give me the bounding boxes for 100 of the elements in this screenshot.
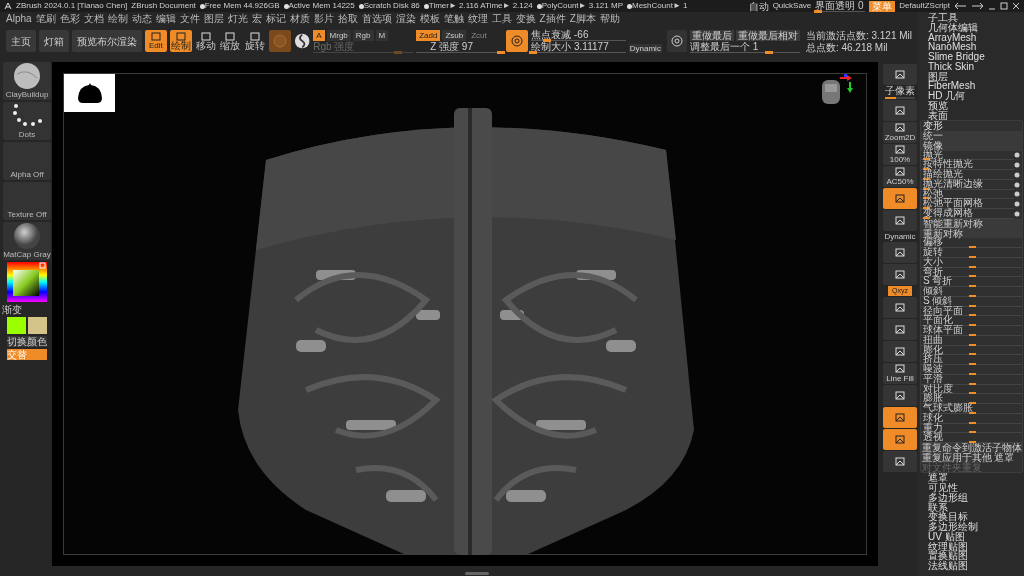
tool-menu-item[interactable]: UV 贴图 — [920, 531, 1023, 542]
view-tool-button[interactable] — [883, 297, 917, 318]
slider-thumb[interactable] — [968, 411, 976, 414]
menu-item[interactable]: 文档 — [83, 13, 104, 25]
menu-item[interactable]: 变换 — [515, 13, 536, 25]
menu-item[interactable]: 首选项 — [361, 13, 392, 25]
slider-thumb[interactable] — [922, 158, 930, 161]
tool-menu-item[interactable]: NanoMesh — [920, 42, 1023, 52]
menu-item[interactable]: 工具 — [491, 13, 512, 25]
deform-slider[interactable]: 松弛平面网格 — [921, 199, 1014, 209]
mode-button[interactable]: 移动 — [194, 30, 217, 52]
slider-thumb[interactable] — [968, 372, 976, 375]
tool-menu-item[interactable]: Thick Skin — [920, 61, 1023, 72]
menu-item[interactable]: 影片 — [313, 13, 334, 25]
repeat-to-subtools-button[interactable]: 重复命令到激活子物体 — [921, 443, 1022, 453]
menu-item[interactable]: 宏 — [251, 13, 262, 25]
menu-item[interactable]: 笔刷 — [35, 13, 56, 25]
view-tool-button[interactable]: Line Fill — [883, 363, 917, 384]
deform-button[interactable]: 重新对称 — [921, 228, 1022, 239]
menu-item[interactable]: Z脚本 — [569, 13, 596, 25]
deform-slider[interactable]: 噪波 — [921, 365, 1022, 375]
menu-item[interactable]: 渲染 — [395, 13, 416, 25]
deform-button[interactable]: 智能重新对称 — [921, 218, 1022, 229]
tool-menu-item[interactable]: 表面 — [920, 110, 1023, 121]
tool-menu-item[interactable]: 联系 — [920, 502, 1023, 513]
menu-item[interactable]: 色彩 — [59, 13, 80, 25]
slider[interactable]: Z 强度 97 — [416, 41, 504, 53]
deform-slider[interactable]: 按特性抛光 — [921, 160, 1014, 170]
color-swatch[interactable] — [28, 317, 47, 334]
slider-thumb[interactable] — [968, 421, 976, 424]
mode-button[interactable]: Edit — [145, 30, 167, 52]
mode-button[interactable]: 缩放 — [219, 30, 242, 52]
tool-menu-item[interactable]: 多边形组 — [920, 492, 1023, 503]
menu-item[interactable]: Z插件 — [539, 13, 566, 25]
view-tool-button[interactable] — [883, 242, 917, 263]
tool-menu-item[interactable]: 子工具 — [920, 13, 1023, 23]
menu-item[interactable]: 文件 — [179, 13, 200, 25]
repeat-to-other-button[interactable]: 重复应用于其他 — [921, 452, 992, 463]
slider-thumb[interactable] — [968, 265, 976, 268]
channel-toggle[interactable]: Rgb — [352, 29, 374, 41]
menu-item[interactable]: 拾取 — [337, 13, 358, 25]
tool-menu-item[interactable]: 法线贴图 — [920, 561, 1023, 571]
menu-item[interactable]: 编辑 — [155, 13, 176, 25]
deform-slider[interactable]: 平滑 — [921, 374, 1022, 385]
slider-thumb[interactable] — [922, 177, 930, 180]
deform-slider[interactable]: 球化 — [921, 413, 1022, 424]
view-tool-button[interactable] — [883, 210, 917, 231]
menu-item[interactable]: 笔触 — [443, 13, 464, 25]
slider-thumb[interactable] — [968, 255, 976, 258]
quicksave-button[interactable]: QuickSave — [772, 0, 812, 12]
view-tool-button[interactable] — [883, 264, 917, 285]
deform-slider[interactable]: S 弯折 — [921, 277, 1022, 287]
channel-toggle[interactable]: Mrgb — [326, 29, 351, 41]
mode-button[interactable]: 绘制 — [169, 30, 192, 52]
switch-color-button[interactable]: 切换颜色 — [7, 336, 47, 347]
view-tool-button[interactable] — [883, 451, 917, 472]
deform-slider[interactable]: 偏移 — [921, 238, 1022, 248]
redo-last-button[interactable]: 重做最后 — [689, 29, 734, 41]
thumbnail-button[interactable]: Texture Off — [3, 182, 51, 220]
tool-menu-item[interactable]: 几何体编辑 — [920, 22, 1023, 33]
deform-slider[interactable]: 气球式膨胀 — [921, 404, 1022, 414]
tool-menu-item[interactable]: 置换贴图 — [920, 551, 1023, 561]
slider[interactable]: 界面透明 0 — [815, 0, 866, 12]
menu-item[interactable]: 纹理 — [467, 13, 488, 25]
color-swatch[interactable] — [7, 317, 26, 334]
tool-menu-item[interactable]: 图层 — [920, 71, 1023, 82]
focal-shift-button[interactable] — [506, 30, 529, 52]
deform-slider[interactable]: 球体平面 — [921, 326, 1022, 336]
slider-thumb[interactable] — [922, 197, 930, 200]
slider-thumb[interactable] — [968, 333, 976, 336]
slider-thumb[interactable] — [968, 343, 976, 346]
menu-item[interactable]: 模板 — [419, 13, 440, 25]
thumbnail-button[interactable]: ClayBuildup — [3, 62, 51, 100]
view-tool-button[interactable]: AC50% — [883, 166, 917, 187]
nav-button[interactable]: 主页 — [6, 30, 36, 52]
menu-item[interactable]: 帮助 — [599, 13, 620, 25]
deform-slider[interactable]: 抛光清晰边缘 — [921, 179, 1014, 190]
canvas-resize-handle[interactable] — [465, 572, 489, 575]
thumbnail-button[interactable]: MatCap Gray — [3, 222, 51, 260]
tool-menu-item[interactable]: 遮罩 — [920, 473, 1023, 483]
deform-slider[interactable]: 膨胀 — [921, 394, 1022, 404]
slider[interactable]: 调整最后一个 1 — [689, 41, 800, 53]
deform-slider[interactable]: 旋转 — [921, 248, 1022, 258]
deform-button[interactable]: 统一 — [921, 131, 1022, 141]
slider-thumb[interactable] — [529, 50, 538, 54]
deform-slider[interactable]: 倾斜 — [921, 287, 1022, 297]
nav-button[interactable]: 预览布尔渲染 — [72, 30, 142, 52]
view-tool-button[interactable] — [883, 319, 917, 340]
tool-menu-item[interactable]: 可见性 — [920, 483, 1023, 493]
slider-thumb[interactable] — [968, 294, 976, 297]
redo-last-button[interactable]: 重做最后相对 — [735, 29, 800, 41]
thumbnail-button[interactable]: Alpha Off — [3, 142, 51, 180]
tool-menu-item[interactable]: ArrayMesh — [920, 32, 1023, 43]
menu-item[interactable]: 材质 — [289, 13, 310, 25]
deform-slider[interactable]: 扭曲 — [921, 335, 1022, 346]
tool-menu-item[interactable]: FiberMesh — [920, 81, 1023, 91]
slider[interactable]: 绘制大小 3.11177 — [531, 41, 626, 53]
deform-button[interactable]: 镜像 — [921, 140, 1022, 151]
menu-item[interactable]: 图层 — [203, 13, 224, 25]
slider-thumb[interactable] — [968, 392, 976, 395]
